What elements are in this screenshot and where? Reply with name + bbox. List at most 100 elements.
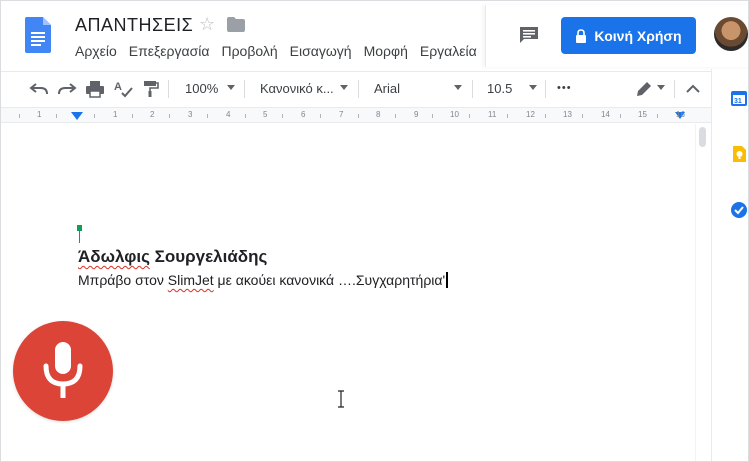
toolbar-divider	[358, 80, 359, 98]
ruler-number: 1	[113, 110, 118, 119]
menu-item-file[interactable]: Αρχείο	[75, 43, 117, 59]
voice-typing-button[interactable]	[13, 321, 113, 421]
ruler-tick	[132, 114, 133, 118]
ruler-tick	[245, 114, 246, 118]
ruler-tick	[395, 114, 396, 118]
lock-icon	[576, 28, 587, 43]
font-size-select[interactable]: 10.5	[487, 81, 512, 96]
chevron-down-icon[interactable]	[454, 85, 462, 90]
document-page[interactable]	[1, 124, 710, 461]
body-text-segment: με ακούει κανονικά ….	[213, 272, 356, 288]
text-cursor-icon	[338, 390, 344, 408]
menu-bar: Αρχείο Επεξεργασία Προβολή Εισαγωγή Μορφ…	[75, 43, 485, 59]
ruler-number: 10	[450, 110, 459, 119]
ruler-tick	[469, 114, 470, 118]
print-icon[interactable]	[84, 78, 106, 100]
collapse-icon[interactable]	[682, 78, 704, 100]
ruler-tick	[545, 114, 546, 118]
ruler-number: 12	[526, 110, 535, 119]
ruler-tick	[207, 114, 208, 118]
scrollbar[interactable]	[695, 124, 709, 461]
spellcheck-icon[interactable]: A	[112, 78, 134, 100]
chevron-down-icon[interactable]	[529, 85, 537, 90]
ruler-tick	[657, 114, 658, 118]
ruler-tick	[19, 114, 20, 118]
author-first-name: Άδωλφις	[78, 247, 150, 266]
share-button[interactable]: Κοινή Χρήση	[561, 17, 696, 54]
header-actions: Κοινή Χρήση	[485, 5, 748, 67]
author-last-name: Σουργελιάδης	[149, 247, 268, 266]
header: ΑΠΑΝΤΗΣΕΙΣ ☆ Αρχείο Επεξεργασία Προβολή …	[1, 1, 748, 69]
more-options-button[interactable]: •••	[557, 82, 572, 94]
ruler-tick	[432, 114, 433, 118]
ruler-number: 2	[150, 110, 155, 119]
ruler-tick	[56, 114, 57, 118]
ruler-number: 16	[676, 110, 685, 119]
chevron-down-icon[interactable]	[227, 85, 235, 90]
ruler-number: 3	[188, 110, 193, 119]
tasks-icon[interactable]	[730, 201, 748, 219]
menu-item-tools[interactable]: Εργαλεία	[420, 43, 477, 59]
ruler-tick	[169, 114, 170, 118]
menu-item-format[interactable]: Μορφή	[364, 43, 408, 59]
ruler-number: 11	[488, 110, 497, 119]
menu-item-view[interactable]: Προβολή	[221, 43, 277, 59]
ruler-number: 14	[601, 110, 610, 119]
ruler-number: 7	[339, 110, 344, 119]
ruler-number: 9	[414, 110, 419, 119]
paint-format-icon[interactable]	[140, 78, 162, 100]
zoom-select[interactable]: 100%	[185, 81, 218, 96]
undo-icon[interactable]	[28, 78, 50, 100]
toolbar-divider	[168, 80, 169, 98]
ruler-tick	[320, 114, 321, 118]
body-text-misspelled: SlimJet	[167, 272, 214, 288]
chevron-down-icon[interactable]	[340, 85, 348, 90]
document-title[interactable]: ΑΠΑΝΤΗΣΕΙΣ	[75, 15, 193, 36]
scrollbar-thumb[interactable]	[699, 127, 706, 147]
keep-icon[interactable]	[730, 145, 748, 163]
toolbar-divider	[674, 80, 675, 98]
svg-text:A: A	[114, 81, 122, 93]
toolbar: A 100% Κανονικό κ... Arial 10.5 •••	[1, 71, 711, 105]
ruler-number: 15	[638, 110, 647, 119]
paragraph-style-select[interactable]: Κανονικό κ...	[260, 81, 334, 96]
ruler-tick	[582, 114, 583, 118]
ruler-number: 4	[226, 110, 231, 119]
font-select[interactable]: Arial	[374, 81, 400, 96]
ruler-tick	[94, 114, 95, 118]
collaborator-cursor	[77, 225, 82, 243]
body-text-segment: Μπράβο στον	[78, 272, 168, 288]
ruler-number: 5	[263, 110, 268, 119]
calendar-icon[interactable]: 31	[730, 89, 748, 107]
ruler-tick	[282, 114, 283, 118]
text-caret	[446, 272, 448, 288]
menu-item-edit[interactable]: Επεξεργασία	[129, 43, 210, 59]
chevron-down-icon[interactable]	[657, 85, 665, 90]
folder-icon[interactable]	[227, 17, 245, 32]
docs-logo-icon[interactable]	[25, 17, 51, 53]
pencil-icon[interactable]	[633, 78, 655, 100]
body-text-segment: Συγχαρητήρια'	[355, 272, 446, 288]
comment-icon[interactable]	[519, 26, 539, 44]
avatar[interactable]	[714, 17, 748, 51]
star-icon[interactable]: ☆	[199, 14, 215, 35]
toolbar-divider	[244, 80, 245, 98]
ruler-number: 13	[563, 110, 572, 119]
ruler-number: 8	[376, 110, 381, 119]
ruler-number: 6	[301, 110, 306, 119]
ruler-tick	[620, 114, 621, 118]
toolbar-divider	[545, 80, 546, 98]
ruler-tick	[507, 114, 508, 118]
ruler[interactable]: 1 1 2 3 4 5 6 7 8 9 10 11 12 13 14 15 16	[1, 107, 711, 123]
author-name[interactable]: Άδωλφις Σουργελιάδης	[78, 247, 267, 267]
redo-icon[interactable]	[56, 78, 78, 100]
microphone-icon	[43, 342, 83, 398]
share-button-label: Κοινή Χρήση	[594, 27, 682, 44]
ruler-tick	[358, 114, 359, 118]
app-window: ΑΠΑΝΤΗΣΕΙΣ ☆ Αρχείο Επεξεργασία Προβολή …	[0, 0, 749, 462]
body-paragraph[interactable]: Μπράβο στον SlimJet με ακούει κανονικά ……	[78, 272, 448, 288]
menu-item-insert[interactable]: Εισαγωγή	[290, 43, 352, 59]
ruler-number: 1	[37, 110, 42, 119]
svg-text:31: 31	[734, 98, 742, 105]
left-indent-marker[interactable]	[71, 112, 83, 120]
